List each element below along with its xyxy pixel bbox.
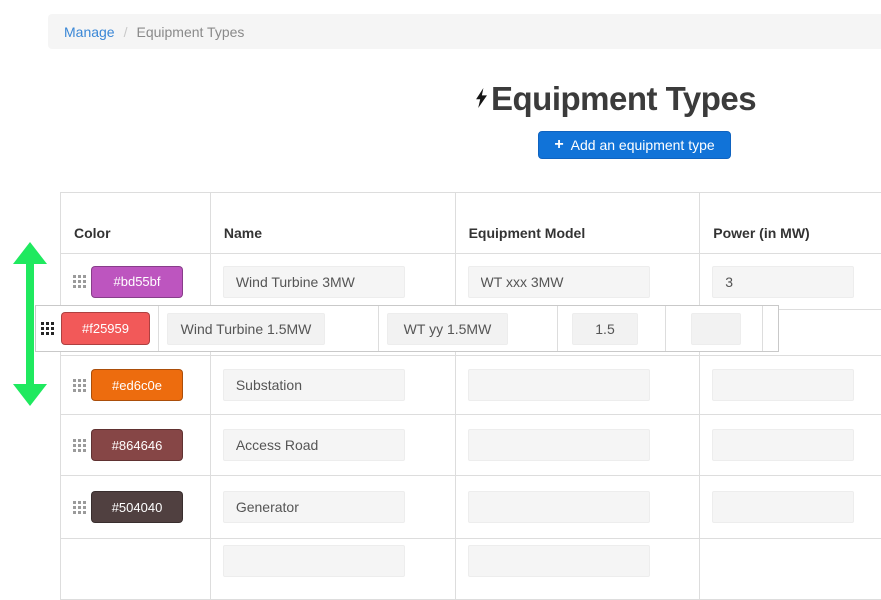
table-row: #bd55bf [61,254,881,310]
equipment-types-table: Color Name Equipment Model Power (in MW)… [60,192,881,600]
name-input[interactable] [223,545,405,577]
model-input[interactable] [468,266,650,298]
breadcrumb: Manage / Equipment Types [48,14,881,49]
table-row: #ed6c0e [61,356,881,415]
column-header-model: Equipment Model [456,193,701,253]
table-row: #864646 [61,415,881,476]
color-cell: #ed6c0e [61,356,211,414]
power-input[interactable] [712,266,854,298]
add-equipment-type-button[interactable]: + Add an equipment type [538,131,731,159]
table-header-row: Color Name Equipment Model Power (in MW) [61,193,881,254]
table-row: #504040 [61,476,881,539]
lightning-bolt-icon [475,88,488,113]
drag-direction-arrow-icon [12,242,48,406]
model-input[interactable] [468,491,650,523]
model-input[interactable] [468,545,650,577]
drag-handle-icon[interactable] [73,439,86,452]
color-cell: #f25959 [36,306,159,351]
plus-icon: + [554,137,563,153]
extra-input[interactable] [691,313,741,345]
color-swatch[interactable]: #bd55bf [91,266,183,298]
table-row [61,539,881,600]
model-input[interactable] [387,313,508,345]
drag-handle-icon[interactable] [73,275,86,288]
model-input[interactable] [468,429,650,461]
name-input[interactable] [223,266,405,298]
color-cell [61,539,211,599]
page-title: Equipment Types [491,80,756,118]
color-cell: #bd55bf [61,254,211,309]
model-input[interactable] [468,369,650,401]
dragged-row[interactable]: #f25959 [35,305,779,352]
power-input[interactable] [712,491,854,523]
name-input[interactable] [223,429,405,461]
breadcrumb-link-manage[interactable]: Manage [64,24,115,40]
column-header-color: Color [61,193,211,253]
breadcrumb-current: Equipment Types [136,24,244,40]
column-header-power: Power (in MW) [700,193,881,253]
name-input[interactable] [167,313,325,345]
power-input[interactable] [712,369,854,401]
color-cell: #864646 [61,415,211,475]
breadcrumb-separator: / [124,24,128,40]
add-button-label: Add an equipment type [571,137,715,153]
power-input[interactable] [572,313,638,345]
power-input[interactable] [712,429,854,461]
color-cell: #504040 [61,476,211,538]
column-header-name: Name [211,193,456,253]
color-swatch[interactable]: #504040 [91,491,183,523]
name-input[interactable] [223,491,405,523]
name-input[interactable] [223,369,405,401]
drag-handle-icon[interactable] [73,501,86,514]
color-swatch[interactable]: #ed6c0e [91,369,183,401]
drag-handle-icon[interactable] [73,379,86,392]
color-swatch[interactable]: #864646 [91,429,183,461]
color-swatch[interactable]: #f25959 [61,312,150,345]
